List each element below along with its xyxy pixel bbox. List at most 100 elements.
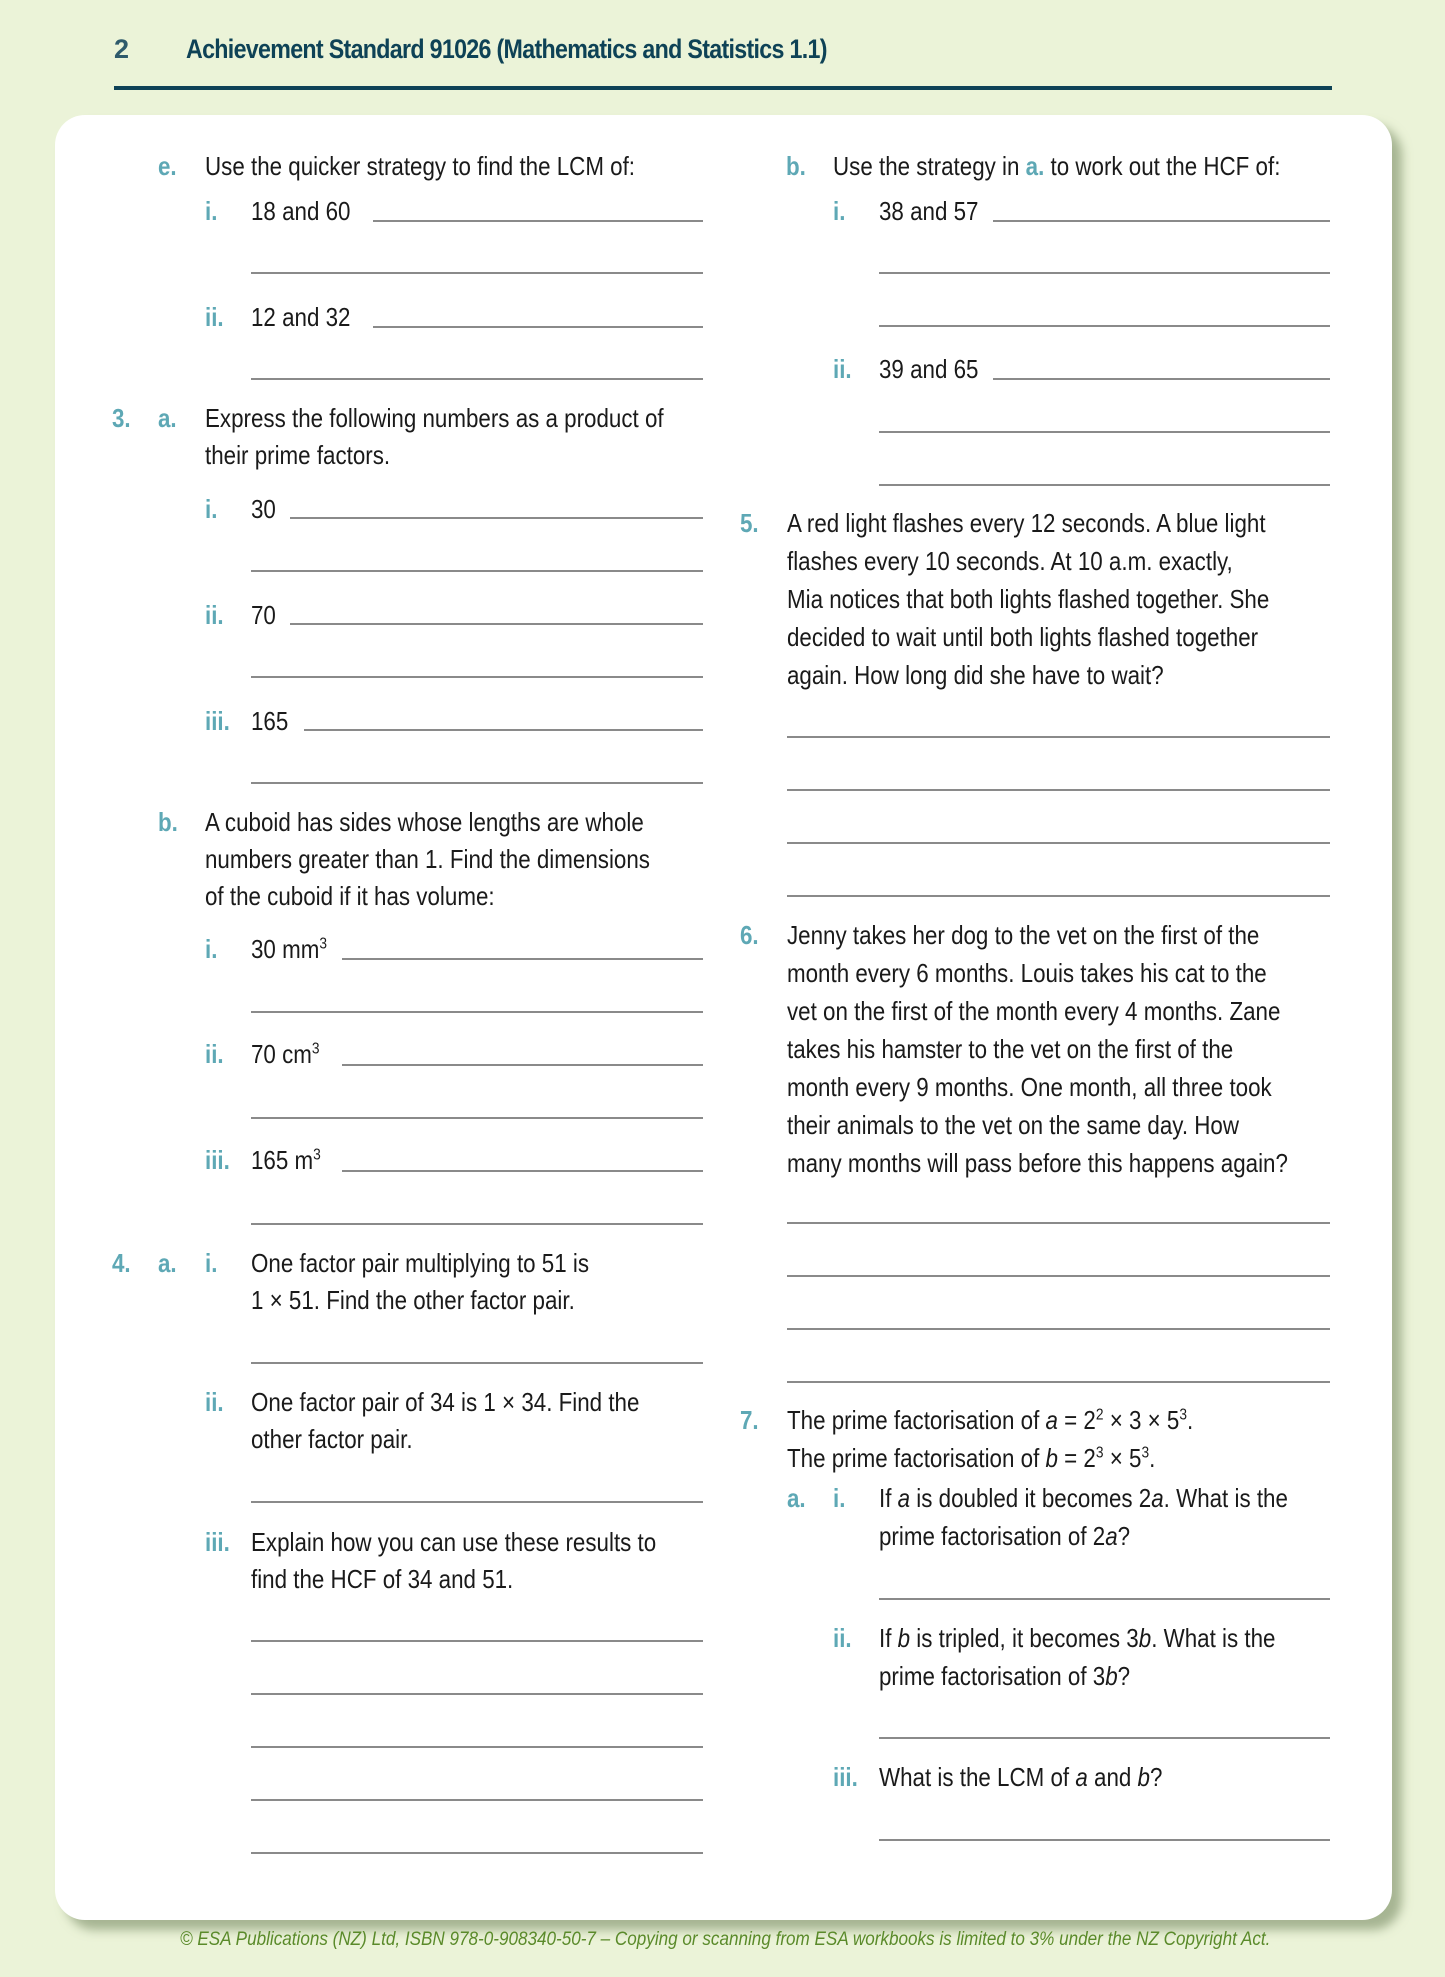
- page-header: 2 Achievement Standard 91026 (Mathematic…: [114, 34, 1332, 90]
- answer-line[interactable]: [304, 729, 703, 731]
- answer-line[interactable]: [373, 220, 703, 222]
- answer-line[interactable]: [251, 782, 703, 784]
- subpart-label: iii.: [205, 1527, 230, 1557]
- answer-line[interactable]: [251, 378, 703, 380]
- answer-line[interactable]: [787, 1328, 1330, 1330]
- text-fragment: What is the LCM of: [879, 1762, 1076, 1792]
- subpart-label: i.: [205, 196, 218, 226]
- answer-line[interactable]: [251, 1746, 703, 1748]
- answer-line[interactable]: [251, 272, 703, 274]
- subpart-label: i.: [833, 196, 846, 226]
- text-fragment: = 2: [1057, 1443, 1096, 1473]
- answer-line[interactable]: [787, 842, 1330, 844]
- text-fragment: If: [879, 1623, 898, 1653]
- text-fragment: b: [1045, 1443, 1058, 1473]
- subpart-text: 30 mm3: [251, 930, 327, 968]
- subpart-label: i.: [205, 934, 218, 964]
- answer-line[interactable]: [251, 1640, 703, 1642]
- answer-line[interactable]: [993, 378, 1330, 380]
- answer-line[interactable]: [787, 736, 1330, 738]
- subpart-text: 30: [251, 494, 276, 524]
- text-fragment: is tripled, it becomes 3: [910, 1623, 1139, 1653]
- exponent: 3: [1095, 1444, 1104, 1462]
- answer-line[interactable]: [251, 676, 703, 678]
- question-text: Use the quicker strategy to find the LCM…: [205, 151, 636, 181]
- answer-line[interactable]: [251, 1501, 703, 1503]
- answer-line[interactable]: [879, 431, 1330, 433]
- subpart-text: What is the LCM of a and b?: [879, 1758, 1162, 1796]
- answer-line[interactable]: [787, 895, 1330, 897]
- subpart-label: iii.: [833, 1762, 858, 1792]
- question-text: A red light flashes every 12 seconds. A …: [787, 508, 1266, 538]
- answer-line[interactable]: [251, 1852, 703, 1854]
- subpart-text: find the HCF of 34 and 51.: [251, 1564, 514, 1594]
- text-fragment: ?: [1149, 1762, 1163, 1792]
- answer-line[interactable]: [251, 570, 703, 572]
- subpart-label: ii.: [205, 600, 224, 630]
- subpart-label: ii.: [205, 1387, 224, 1417]
- answer-line[interactable]: [879, 1598, 1330, 1600]
- answer-line[interactable]: [251, 1011, 703, 1013]
- answer-line[interactable]: [879, 272, 1330, 274]
- answer-line[interactable]: [251, 1693, 703, 1695]
- subpart-text: Explain how you can use these results to: [251, 1527, 657, 1557]
- text-fragment: .: [1187, 1405, 1194, 1435]
- text-fragment: b: [1137, 1762, 1150, 1792]
- part-label: a.: [158, 1248, 177, 1278]
- text-fragment: to work out the HCF of:: [1044, 151, 1281, 181]
- answer-line[interactable]: [251, 1223, 703, 1225]
- question-text: takes his hamster to the vet on the firs…: [787, 1034, 1234, 1064]
- exponent: 3: [313, 1146, 321, 1164]
- subpart-text: other factor pair.: [251, 1424, 413, 1454]
- question-number: 6.: [740, 920, 759, 950]
- answer-line[interactable]: [251, 1362, 703, 1364]
- text-fragment: a: [1045, 1405, 1058, 1435]
- subpart-label: i.: [833, 1483, 846, 1513]
- exponent: 3: [1179, 1406, 1188, 1424]
- text-fragment: . What is the: [1163, 1483, 1288, 1513]
- subpart-text: If b is tripled, it becomes 3b. What is …: [879, 1619, 1275, 1657]
- question-number: 3.: [112, 403, 131, 433]
- answer-line[interactable]: [879, 484, 1330, 486]
- answer-line[interactable]: [290, 623, 703, 625]
- question-text: A cuboid has sides whose lengths are who…: [205, 807, 644, 837]
- subpart-text: prime factorisation of 2a?: [879, 1517, 1130, 1555]
- subpart-text: One factor pair of 34 is 1 × 34. Find th…: [251, 1387, 640, 1417]
- answer-line[interactable]: [290, 517, 703, 519]
- text-fragment: The prime factorisation of: [787, 1443, 1046, 1473]
- question-text: month every 6 months. Louis takes his ca…: [787, 958, 1267, 988]
- question-number: 5.: [740, 508, 759, 538]
- subpart-text: 18 and 60: [251, 196, 351, 226]
- subpart-text: 39 and 65: [879, 354, 979, 384]
- part-label: a.: [787, 1483, 806, 1513]
- text-fragment: prime factorisation of 2: [879, 1521, 1106, 1551]
- answer-line[interactable]: [342, 1064, 703, 1066]
- answer-line[interactable]: [993, 220, 1330, 222]
- page-title: Achievement Standard 91026 (Mathematics …: [186, 34, 827, 64]
- answer-line[interactable]: [787, 1222, 1330, 1224]
- answer-line[interactable]: [787, 789, 1330, 791]
- text-fragment: a: [1105, 1521, 1118, 1551]
- answer-line[interactable]: [787, 1381, 1330, 1383]
- text-fragment: prime factorisation of 3: [879, 1661, 1106, 1691]
- subpart-text: 165: [251, 706, 289, 736]
- answer-line[interactable]: [879, 1737, 1330, 1739]
- answer-line[interactable]: [879, 325, 1330, 327]
- question-text: their animals to the vet on the same day…: [787, 1110, 1239, 1140]
- part-reference: a.: [1025, 151, 1045, 181]
- page-number: 2: [114, 34, 129, 64]
- question-text: Express the following numbers as a produ…: [205, 403, 664, 433]
- question-text: their prime factors.: [205, 440, 391, 470]
- answer-line[interactable]: [787, 1275, 1330, 1277]
- answer-line[interactable]: [251, 1799, 703, 1801]
- answer-line[interactable]: [879, 1839, 1330, 1841]
- answer-line[interactable]: [342, 1170, 703, 1172]
- subpart-label: iii.: [205, 706, 230, 736]
- subpart-label: ii.: [205, 1039, 224, 1069]
- question-text: The prime factorisation of b = 23 × 53.: [787, 1439, 1155, 1477]
- text-fragment: a: [1075, 1762, 1088, 1792]
- text-fragment: a: [1151, 1483, 1164, 1513]
- answer-line[interactable]: [251, 1117, 703, 1119]
- answer-line[interactable]: [342, 958, 703, 960]
- answer-line[interactable]: [373, 326, 703, 328]
